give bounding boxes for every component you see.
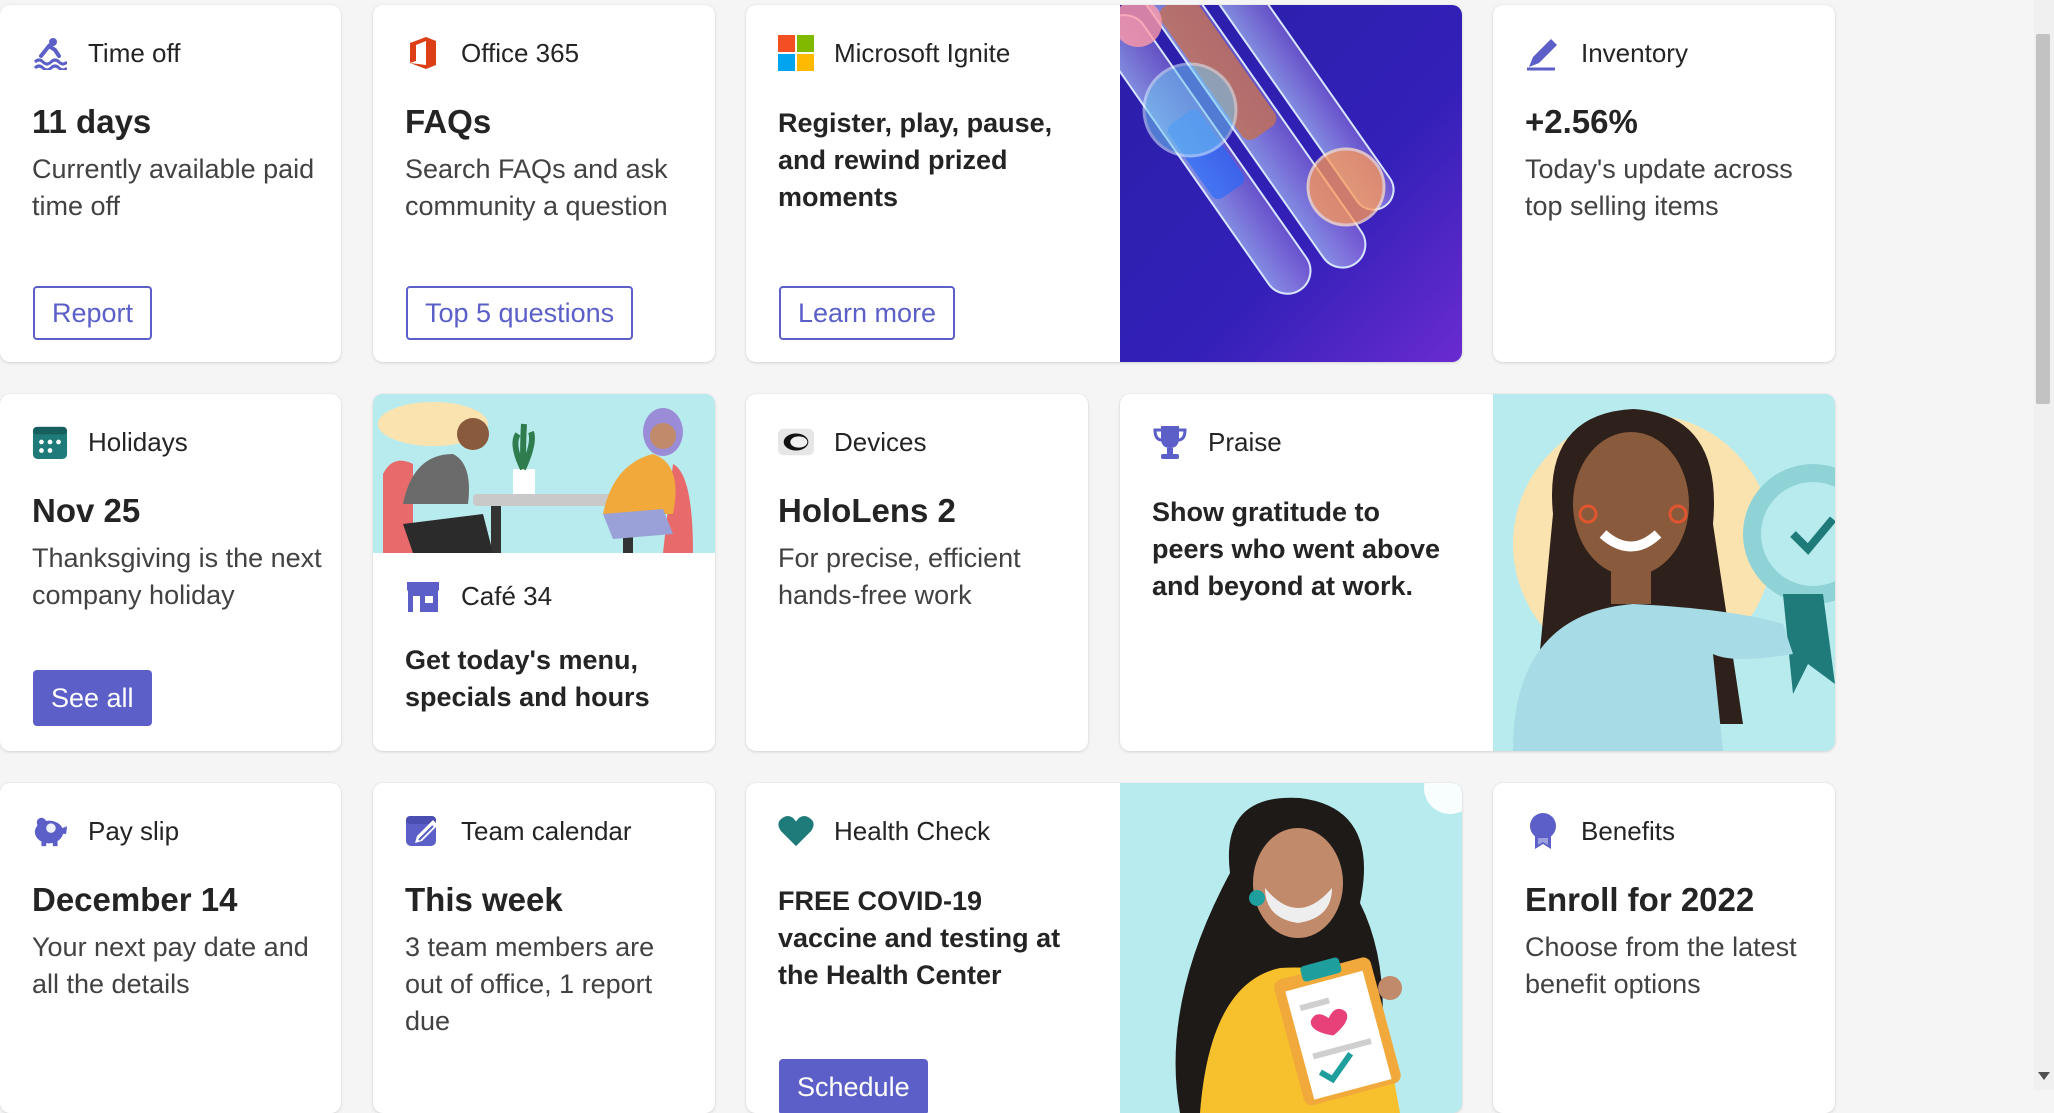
card-description: Search FAQs and ask community a question: [405, 154, 668, 221]
card-label: Office 365: [461, 37, 580, 68]
card-label: Praise: [1208, 426, 1282, 457]
cafe-artwork: [373, 394, 715, 553]
scrollbar-thumb[interactable]: [2036, 34, 2050, 404]
card-description: Currently available paid time off: [32, 154, 315, 221]
card-header: Holidays: [32, 422, 188, 462]
card-description: Register, play, pause, and rewind prized…: [778, 108, 1053, 212]
pay-slip-card[interactable]: Pay slip December 14 Your next pay date …: [0, 783, 341, 1113]
card-description: Show gratitude to peers who went above a…: [1152, 497, 1441, 601]
card-description: Choose from the latest benefit options: [1525, 932, 1797, 999]
card-header: Pay slip: [32, 811, 179, 851]
card-description: Today's update across top selling items: [1525, 154, 1793, 221]
card-label: Team calendar: [461, 815, 632, 846]
card-header: Microsoft Ignite: [778, 33, 1010, 73]
card-title: This week: [405, 881, 563, 918]
card-description: For precise, efficient hands-free work: [778, 543, 1021, 610]
card-description: Your next pay date and all the details: [32, 932, 309, 999]
calendar-icon: [32, 424, 68, 460]
time-off-card[interactable]: Time off 11 days Currently available pai…: [0, 5, 341, 362]
card-label: Holidays: [88, 426, 188, 457]
scroll-down-arrow-icon[interactable]: [2038, 1072, 2050, 1080]
ignite-artwork: [1100, 5, 1462, 362]
card-label: Pay slip: [88, 815, 180, 846]
card-label: Café 34: [461, 580, 553, 611]
office-365-icon: [405, 35, 441, 71]
card-title: 11 days: [32, 103, 152, 140]
card-label: Time off: [88, 37, 181, 68]
card-title: Nov 25: [32, 492, 141, 529]
card-description: FREE COVID-19 vaccine and testing at the…: [778, 886, 1061, 990]
praise-card[interactable]: Praise Show gratitude to peers who went …: [1120, 394, 1835, 751]
card-label: Benefits: [1581, 815, 1675, 846]
card-description: 3 team members are out of office, 1 repo…: [405, 932, 655, 1036]
office-365-card[interactable]: Office 365 FAQs Search FAQs and ask comm…: [373, 5, 715, 362]
card-title: +2.56%: [1525, 103, 1638, 140]
card-title: FAQs: [405, 103, 492, 140]
see-all-button[interactable]: See all: [33, 670, 152, 726]
cafe-card[interactable]: Café 34 Get today's menu, specials and h…: [373, 394, 715, 751]
inventory-card[interactable]: Inventory +2.56% Today's update across t…: [1493, 5, 1835, 362]
learn-more-button[interactable]: Learn more: [779, 286, 956, 340]
heart-icon: [778, 813, 814, 849]
card-header: Praise: [1152, 422, 1282, 462]
card-label: Inventory: [1581, 37, 1688, 68]
microsoft-ignite-card[interactable]: Microsoft Ignite Register, play, pause, …: [746, 5, 1462, 362]
card-label: Health Check: [834, 815, 991, 846]
hololens-icon: [778, 424, 814, 460]
ribbon-icon: [1525, 813, 1561, 849]
card-title: HoloLens 2: [778, 492, 956, 529]
card-title: December 14: [32, 881, 238, 918]
pen-icon: [1525, 35, 1561, 71]
swimmer-icon: [32, 35, 68, 71]
card-label: Devices: [834, 426, 927, 457]
card-header: Café 34: [405, 576, 552, 616]
card-header: Team calendar: [405, 811, 632, 851]
card-header: Benefits: [1525, 811, 1675, 851]
card-label: Microsoft Ignite: [834, 37, 1011, 68]
holidays-card[interactable]: Holidays Nov 25 Thanksgiving is the next…: [0, 394, 341, 751]
trophy-icon: [1152, 424, 1188, 460]
card-header: Time off: [32, 33, 180, 73]
calendar-edit-icon: [405, 813, 441, 849]
card-description: Get today's menu, specials and hours: [405, 645, 650, 712]
microsoft-logo-icon: [778, 35, 814, 71]
piggy-bank-icon: [32, 813, 68, 849]
devices-card[interactable]: Devices HoloLens 2 For precise, efficien…: [746, 394, 1088, 751]
praise-artwork: [1493, 394, 1835, 751]
card-description: Thanksgiving is the next company holiday: [32, 543, 322, 610]
card-header: Health Check: [778, 811, 990, 851]
health-artwork: [1120, 783, 1462, 1113]
health-check-card[interactable]: Health Check FREE COVID-19 vaccine and t…: [746, 783, 1462, 1113]
card-header: Office 365: [405, 33, 579, 73]
store-icon: [405, 578, 441, 614]
team-calendar-card[interactable]: Team calendar This week 3 team members a…: [373, 783, 715, 1113]
top-5-questions-button[interactable]: Top 5 questions: [406, 286, 634, 340]
schedule-button[interactable]: Schedule: [779, 1059, 928, 1113]
benefits-card[interactable]: Benefits Enroll for 2022 Choose from the…: [1493, 783, 1835, 1113]
card-header: Inventory: [1525, 33, 1688, 73]
report-button[interactable]: Report: [33, 286, 153, 340]
card-header: Devices: [778, 422, 926, 462]
card-title: Enroll for 2022: [1525, 881, 1755, 918]
